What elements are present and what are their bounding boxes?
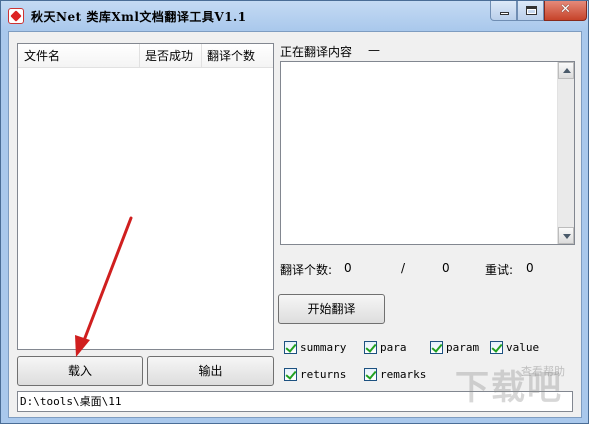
export-button[interactable]: 输出 [147, 356, 274, 386]
option-summary-checkbox[interactable]: summary [284, 339, 346, 355]
option-param-label: param [446, 340, 480, 354]
vertical-scrollbar[interactable] [557, 62, 574, 244]
checkbox-checked-icon[interactable] [364, 367, 377, 381]
translated-count: 0 [344, 261, 352, 275]
column-header-success[interactable]: 是否成功 [140, 44, 202, 68]
column-header-filename[interactable]: 文件名 [18, 44, 140, 68]
checkbox-checked-icon[interactable] [430, 340, 443, 354]
title-bar[interactable]: 秋天Net 类库Xml文档翻译工具V1.1 ✕ [1, 1, 588, 31]
scroll-down-icon[interactable] [558, 227, 574, 244]
option-value-label: value [506, 340, 540, 354]
file-list-header: 文件名 是否成功 翻译个数 [18, 44, 273, 68]
option-remarks-label: remarks [380, 367, 427, 381]
scroll-up-icon[interactable] [558, 62, 574, 79]
help-link[interactable]: 查看帮助 [521, 363, 565, 379]
column-header-count[interactable]: 翻译个数 [202, 44, 273, 68]
load-button[interactable]: 载入 [17, 356, 143, 386]
option-returns-label: returns [300, 367, 347, 381]
minimize-icon [500, 12, 509, 15]
start-translation-button[interactable]: 开始翻译 [278, 294, 385, 324]
count-separator: / [401, 261, 406, 275]
checkbox-checked-icon[interactable] [284, 367, 297, 381]
minimize-button[interactable] [490, 1, 517, 21]
option-remarks-checkbox[interactable]: remarks [364, 366, 426, 382]
maximize-button[interactable] [517, 1, 544, 21]
close-button[interactable]: ✕ [544, 1, 587, 21]
option-summary-label: summary [300, 340, 347, 354]
app-icon [8, 8, 24, 24]
maximize-icon [526, 6, 537, 15]
checkbox-checked-icon[interactable] [490, 340, 503, 354]
option-para-checkbox[interactable]: para [364, 339, 407, 355]
option-param-checkbox[interactable]: param [430, 339, 479, 355]
translation-content-area[interactable] [280, 61, 575, 245]
retry-count: 0 [526, 261, 534, 275]
total-count: 0 [442, 261, 450, 275]
translating-value: — [368, 43, 380, 57]
retry-label: 重试: [485, 263, 514, 277]
option-para-label: para [380, 340, 407, 354]
count-label: 翻译个数: [280, 263, 333, 277]
window-title: 秋天Net 类库Xml文档翻译工具V1.1 [31, 10, 247, 24]
translating-label: 正在翻译内容 [280, 45, 353, 59]
close-icon: ✕ [560, 2, 571, 17]
option-returns-checkbox[interactable]: returns [284, 366, 346, 382]
file-list[interactable]: 文件名 是否成功 翻译个数 [17, 43, 274, 350]
checkbox-checked-icon[interactable] [364, 340, 377, 354]
option-value-checkbox[interactable]: value [490, 339, 539, 355]
checkbox-checked-icon[interactable] [284, 340, 297, 354]
